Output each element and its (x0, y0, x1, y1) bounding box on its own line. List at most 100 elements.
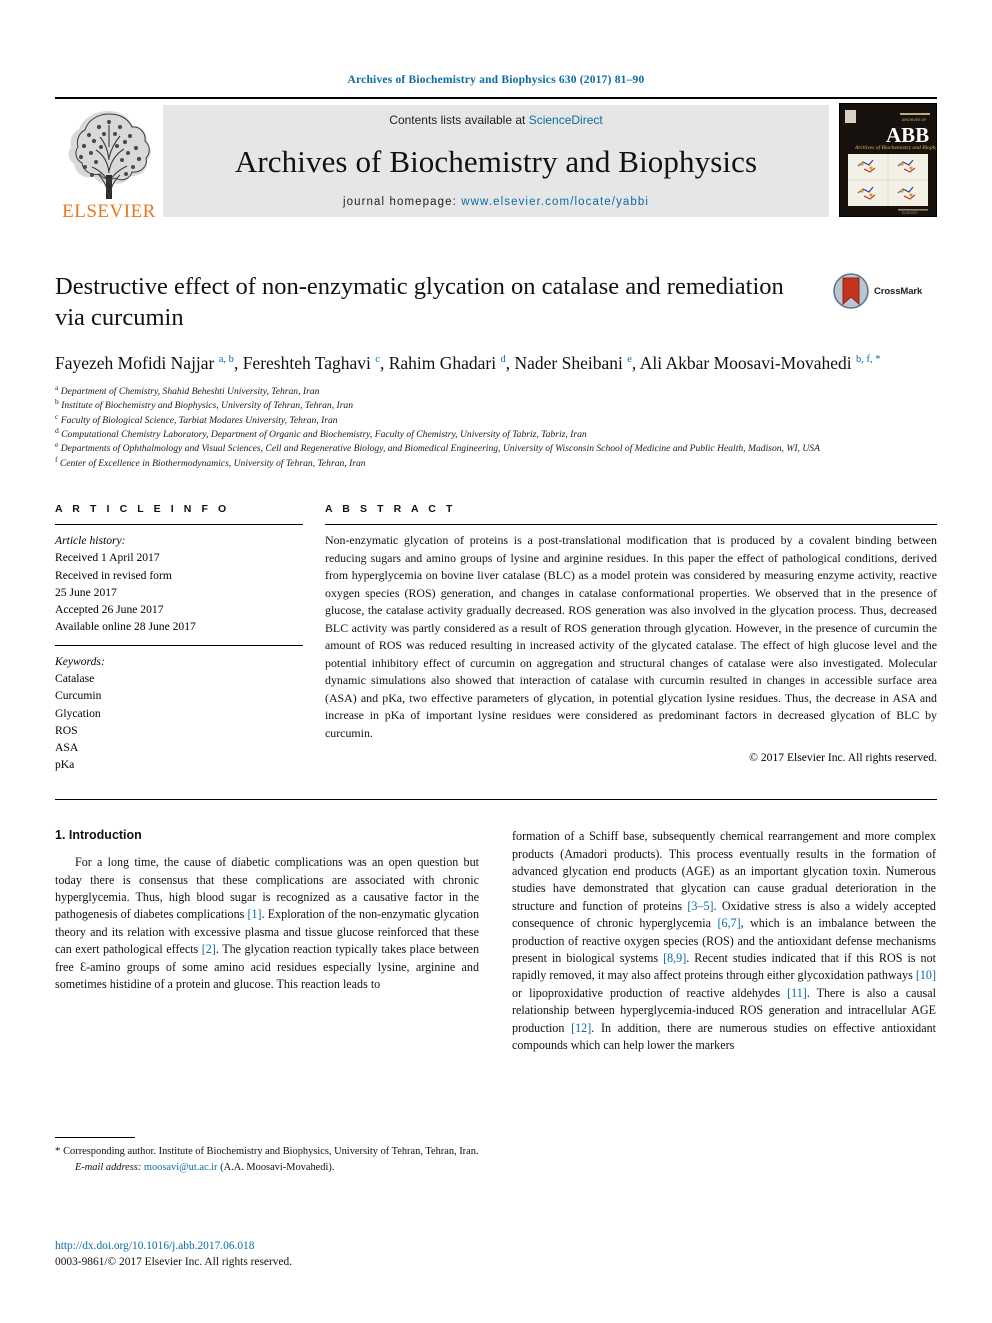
article-history-title: Article history: (55, 534, 126, 548)
author-name: Rahim Ghadari (388, 352, 501, 373)
abstract-column: A B S T R A C T Non-enzymatic glycation … (325, 503, 937, 773)
homepage-label: journal homepage: (342, 196, 462, 208)
keyword-item: Catalase (55, 672, 95, 686)
keyword-item: ASA (55, 740, 79, 754)
citation-link[interactable]: [6,7] (717, 916, 740, 930)
keyword-item: Glycation (55, 706, 101, 720)
affiliation-mark: b (55, 397, 59, 407)
journal-homepage-line: journal homepage: www.elsevier.com/locat… (343, 196, 649, 208)
article-info-rule (55, 524, 303, 526)
affiliation-item: c Faculty of Biological Science, Tarbiat… (55, 411, 338, 426)
author-affiliation-mark: d (500, 353, 506, 365)
masthead-center-panel: Contents lists available at ScienceDirec… (163, 105, 829, 217)
crossmark-icon (833, 273, 869, 309)
affiliation-item: a Department of Chemistry, Shahid Behesh… (55, 382, 320, 397)
elsevier-logo: ELSEVIER (55, 99, 163, 223)
citation-link[interactable]: [11] (787, 986, 807, 1000)
email-owner: (A.A. Moosavi-Movahedi). (220, 1161, 335, 1173)
affiliation-mark: f (55, 454, 58, 464)
citation-link[interactable]: [12] (571, 1021, 591, 1035)
svg-text:ABB: ABB (886, 123, 929, 147)
page-footer: http://dx.doi.org/10.1016/j.abb.2017.06.… (55, 1238, 555, 1270)
section-heading-introduction: 1. Introduction (55, 828, 142, 843)
author-affiliation-mark: c (375, 353, 380, 365)
abstract-heading: A B S T R A C T (325, 503, 456, 516)
footnote-corresponding-line: * Corresponding author. Institute of Bio… (55, 1144, 479, 1160)
keyword-item: Curcumin (55, 689, 102, 703)
citation-link[interactable]: [3–5] (687, 899, 713, 913)
corresponding-author-footnote: * Corresponding author. Institute of Bio… (55, 1137, 479, 1175)
author-name: Fayezeh Mofidi Najjar (55, 352, 219, 373)
issn-copyright-line: 0003-9861/© 2017 Elsevier Inc. All right… (55, 1256, 293, 1269)
body-columns: 1. Introduction For a long time, the cau… (55, 828, 937, 1054)
article-history-lines: Received 1 April 2017 Received in revised… (55, 549, 303, 635)
elsevier-wordmark: ELSEVIER (62, 201, 156, 222)
body-column-right: formation of a Schiff base, subsequently… (512, 828, 936, 1054)
email-link[interactable]: moosavi@ut.ac.ir (144, 1162, 218, 1173)
abstract-copyright: © 2017 Elsevier Inc. All rights reserved… (749, 751, 937, 765)
body-column-left: 1. Introduction For a long time, the cau… (55, 828, 479, 1054)
keywords-rule (55, 645, 303, 647)
article-history-line: Received 1 April 2017 (55, 551, 160, 565)
footnote-corresponding-text: Corresponding author. Institute of Bioch… (63, 1146, 479, 1157)
contents-available-line: Contents lists available at ScienceDirec… (389, 113, 602, 127)
abstract-text: Non-enzymatic glycation of proteins is a… (325, 533, 937, 740)
author-list: Fayezeh Mofidi Najjar a, b, Fereshteh Ta… (55, 352, 881, 373)
author-name: Ali Akbar Moosavi-Movahedi (639, 352, 856, 373)
crossmark-badge[interactable]: CrossMark (833, 271, 937, 311)
footnote-email-line: E-mail address: moosavi@ut.ac.ir (A.A. M… (55, 1160, 479, 1175)
article-history-line: Available online 28 June 2017 (55, 619, 196, 633)
author-affiliation-mark: b, f, * (856, 353, 881, 365)
info-abstract-region: A R T I C L E I N F O Article history: R… (55, 503, 937, 773)
keywords-lines: Catalase Curcumin Glycation ROS ASA pKa (55, 670, 303, 773)
keywords-title: Keywords: (55, 655, 105, 669)
affiliation-mark: d (55, 425, 59, 435)
author-name: Fereshteh Taghavi (242, 352, 376, 373)
author-affiliation-mark: a, b (218, 353, 234, 365)
affiliation-mark: e (55, 440, 59, 450)
footnote-star-marker: * (55, 1145, 61, 1157)
affiliation-list: a Department of Chemistry, Shahid Behesh… (55, 382, 875, 471)
keyword-item: ROS (55, 723, 78, 737)
affiliation-item: d Computational Chemistry Laboratory, De… (55, 425, 587, 441)
running-head: Archives of Biochemistry and Biophysics … (347, 74, 645, 86)
abstract-rule (325, 524, 937, 526)
author-affiliation-mark: e (627, 353, 632, 365)
intro-paragraph-right: formation of a Schiff base, subsequently… (512, 829, 936, 1053)
article-history-line: Received in revised form (55, 568, 172, 582)
cover-artwork-icon: ARCHIVES OF ABB Archives of Biochemistry… (840, 104, 936, 216)
journal-masthead: ELSEVIER Contents lists available at Sci… (55, 97, 937, 223)
title-block: Destructive effect of non-enzymatic glyc… (55, 271, 937, 334)
citation-link[interactable]: [10] (916, 968, 936, 982)
svg-text:ELSEVIER: ELSEVIER (902, 211, 918, 215)
journal-title: Archives of Biochemistry and Biophysics (234, 143, 758, 179)
crossmark-label: CrossMark (874, 285, 923, 297)
svg-text:Archives of Biochemistry and B: Archives of Biochemistry and Biophysics (854, 144, 936, 151)
article-history-line: Accepted 26 June 2017 (55, 602, 164, 616)
email-address-label: E-mail address: (75, 1161, 142, 1173)
affiliation-item: f Center of Excellence in Biothermodynam… (55, 454, 366, 469)
citation-link[interactable]: [1] (247, 907, 261, 921)
homepage-url-link[interactable]: www.elsevier.com/locate/yabbi (461, 196, 649, 208)
affiliation-item: e Departments of Ophthalmology and Visua… (55, 440, 820, 455)
article-history-line: 25 June 2017 (55, 585, 117, 599)
journal-cover-thumbnail: ARCHIVES OF ABB Archives of Biochemistry… (839, 103, 937, 217)
contents-prefix: Contents lists available at (389, 113, 529, 127)
doi-link[interactable]: http://dx.doi.org/10.1016/j.abb.2017.06.… (55, 1238, 555, 1254)
author-name: Nader Sheibani (514, 352, 628, 373)
body-separator-rule (55, 799, 937, 801)
affiliation-mark: a (55, 382, 59, 392)
article-info-column: A R T I C L E I N F O Article history: R… (55, 503, 303, 773)
page-title: Destructive effect of non-enzymatic glyc… (55, 273, 784, 332)
sciencedirect-link[interactable]: ScienceDirect (529, 113, 603, 127)
elsevier-tree-icon (68, 111, 151, 200)
svg-text:ARCHIVES OF: ARCHIVES OF (902, 118, 927, 122)
citation-link[interactable]: [8,9] (663, 951, 686, 965)
citation-link[interactable]: [2] (202, 942, 216, 956)
article-info-heading: A R T I C L E I N F O (55, 503, 230, 516)
article-page: Archives of Biochemistry and Biophysics … (0, 0, 992, 1323)
affiliation-mark: c (55, 411, 59, 421)
affiliation-item: b Institute of Biochemistry and Biophysi… (55, 397, 354, 412)
footnote-rule (55, 1137, 135, 1138)
intro-paragraph-left: For a long time, the cause of diabetic c… (55, 855, 480, 992)
